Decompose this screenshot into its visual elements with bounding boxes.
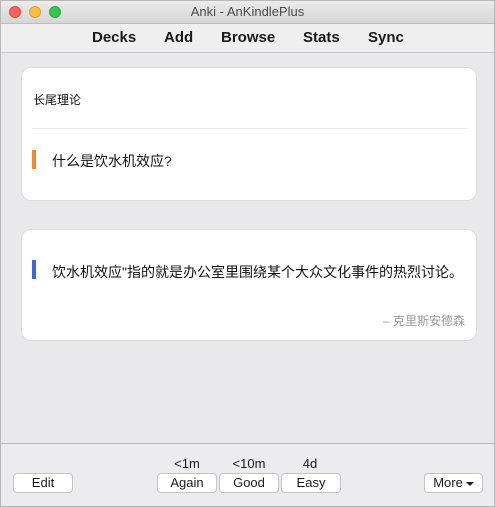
answer-card: 饮水机效应"指的就是办公室里围绕某个大众文化事件的热烈讨论。 – 克里斯安德森 [22,230,476,340]
card-divider [32,128,468,129]
nav-add-link[interactable]: Add [164,29,193,46]
chevron-down-icon [465,481,474,486]
question-card: 长尾理论 什么是饮水机效应? [22,68,476,200]
answer-text: 饮水机效应"指的就是办公室里围绕某个大众文化事件的热烈讨论。 [52,264,463,280]
good-interval: <10m [232,456,266,471]
nav-decks-link[interactable]: Decks [92,29,136,46]
edit-button[interactable]: Edit [13,473,73,493]
nav-browse-link[interactable]: Browse [221,29,275,46]
nav-sync-link[interactable]: Sync [368,29,404,46]
main-toolbar: Decks Add Browse Stats Sync [1,24,494,53]
more-button-label: More [433,475,463,490]
anki-window: Anki - AnKindlePlus Decks Add Browse Sta… [0,0,495,507]
deck-name: 长尾理论 [33,93,82,107]
window-title: Anki - AnKindlePlus [190,4,305,19]
good-button[interactable]: Good [219,473,279,493]
again-button[interactable]: Again [157,473,217,493]
answer-button-bar: Edit <1m Again <10m Good 4d Easy More [1,443,494,506]
question-accent-bar [32,150,36,169]
again-interval: <1m [174,456,200,471]
title-bar: Anki - AnKindlePlus [1,1,494,24]
answer-accent-bar [32,260,36,279]
more-button[interactable]: More [424,473,483,493]
nav-stats-link[interactable]: Stats [303,29,340,46]
easy-interval: 4d [302,456,318,471]
answer-source: – 克里斯安德森 [382,314,465,328]
easy-button[interactable]: Easy [281,473,341,493]
question-text: 什么是饮水机效应? [52,153,172,169]
